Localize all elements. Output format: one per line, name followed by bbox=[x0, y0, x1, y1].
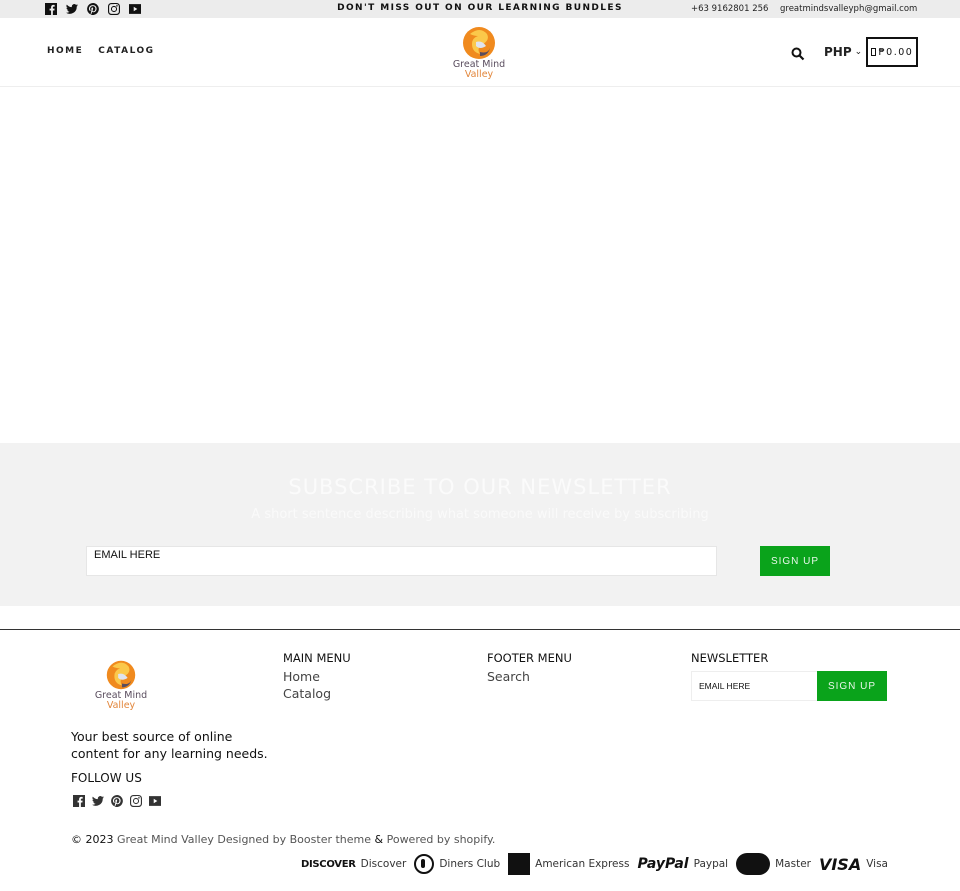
footer-tagline: Your best source of online content for a… bbox=[71, 729, 268, 761]
footer-newsletter-email-input[interactable]: EMAIL HERE bbox=[691, 671, 818, 701]
mastercard-icon bbox=[736, 853, 771, 875]
site-header: HOME CATALOG Great Mind Valley PHP ⌄ ₱0.… bbox=[0, 18, 960, 87]
main-menu-heading: MAIN MENU bbox=[283, 651, 351, 665]
newsletter-email-input[interactable]: EMAIL HERE bbox=[86, 546, 717, 576]
contact-email[interactable]: greatmindsvalleyph@gmail.com bbox=[780, 4, 917, 14]
nav-home[interactable]: HOME bbox=[47, 46, 83, 56]
copyright: © 2023 Great Mind Valley Designed by Boo… bbox=[71, 833, 496, 846]
newsletter-title: SUBSCRIBE TO OUR NEWSLETTER bbox=[288, 475, 672, 499]
payment-diners: Diners Club bbox=[414, 854, 500, 874]
discover-icon: DISCOVER bbox=[300, 858, 356, 870]
twitter-icon[interactable] bbox=[92, 795, 104, 807]
footer-link-home[interactable]: Home bbox=[283, 669, 351, 686]
fox-logo-icon bbox=[106, 660, 136, 690]
footer-divider bbox=[0, 629, 960, 630]
footer-logo[interactable]: Great Mind Valley bbox=[92, 657, 150, 715]
cart-total: ₱0.00 bbox=[878, 46, 914, 58]
footer-newsletter-heading: NEWSLETTER bbox=[691, 651, 769, 665]
diners-club-icon bbox=[414, 854, 435, 874]
newsletter-section: SUBSCRIBE TO OUR NEWSLETTER A short sent… bbox=[0, 443, 960, 606]
newsletter-subtitle: A short sentence describing what someone… bbox=[251, 507, 709, 522]
payment-methods: DISCOVER Discover Diners Club American E… bbox=[301, 853, 888, 875]
chevron-down-icon: ⌄ bbox=[854, 47, 863, 57]
payment-paypal: PayPal Paypal bbox=[637, 856, 729, 872]
youtube-icon[interactable] bbox=[149, 795, 161, 807]
footer-footer-menu: FOOTER MENU Search bbox=[487, 651, 572, 686]
contact-phone[interactable]: +63 9162801 256 bbox=[691, 4, 768, 14]
currency-selector[interactable]: PHP ⌄ bbox=[824, 45, 862, 59]
american-express-icon bbox=[508, 853, 531, 875]
theme-link[interactable]: Booster theme bbox=[290, 833, 371, 846]
footer-logo-text: Great Mind Valley bbox=[94, 690, 148, 711]
footer-link-catalog[interactable]: Catalog bbox=[283, 686, 351, 703]
footer-social-links bbox=[73, 795, 161, 807]
announcement-bar: DON'T MISS OUT ON OUR LEARNING BUNDLES +… bbox=[0, 0, 960, 18]
pinterest-icon[interactable] bbox=[111, 795, 123, 807]
footer-main-menu: MAIN MENU Home Catalog bbox=[283, 651, 351, 702]
newsletter-signup-button[interactable]: SIGN UP bbox=[760, 546, 830, 576]
search-button[interactable] bbox=[791, 46, 805, 61]
cart-button[interactable]: ₱0.00 bbox=[866, 37, 918, 67]
store-logo[interactable]: Great Mind Valley bbox=[450, 24, 508, 82]
fox-logo-icon bbox=[463, 27, 495, 59]
cart-icon bbox=[870, 48, 876, 56]
payment-master: Master bbox=[736, 853, 811, 875]
footer-menu-heading: FOOTER MENU bbox=[487, 651, 572, 665]
facebook-icon[interactable] bbox=[73, 795, 85, 807]
payment-visa: VISA Visa bbox=[818, 854, 888, 874]
payment-amex: American Express bbox=[508, 853, 629, 875]
payment-discover: DISCOVER Discover bbox=[300, 858, 407, 870]
footer-newsletter: NEWSLETTER bbox=[691, 651, 768, 669]
footer-link-search[interactable]: Search bbox=[487, 669, 572, 686]
footer-newsletter-signup-button[interactable]: SIGN UP bbox=[817, 671, 887, 701]
store-link[interactable]: Great Mind Valley bbox=[117, 833, 214, 846]
follow-us-heading: FOLLOW US bbox=[71, 771, 142, 785]
shopify-link[interactable]: Powered by shopify. bbox=[387, 833, 496, 846]
main-nav: HOME CATALOG bbox=[47, 46, 155, 56]
instagram-icon[interactable] bbox=[130, 795, 142, 807]
currency-value: PHP bbox=[824, 45, 852, 59]
search-icon bbox=[791, 47, 805, 61]
visa-icon: VISA bbox=[818, 854, 862, 874]
nav-catalog[interactable]: CATALOG bbox=[98, 46, 154, 56]
logo-text: Great Mind Valley bbox=[452, 59, 506, 80]
paypal-icon: PayPal bbox=[637, 856, 689, 872]
